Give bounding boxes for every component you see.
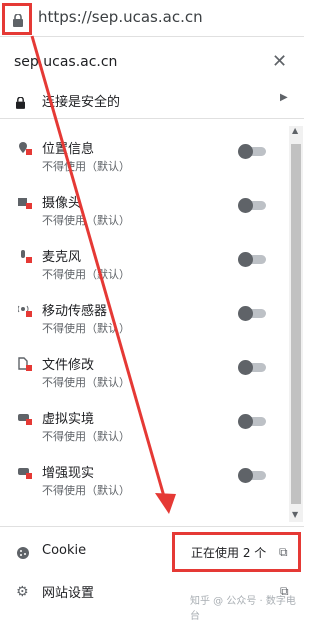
permission-name: 移动传感器 — [42, 304, 108, 319]
sensor-toggle[interactable] — [238, 306, 266, 321]
address-bar: https://sep.ucas.ac.cn — [0, 0, 304, 37]
url-text[interactable]: https://sep.ucas.ac.cn — [38, 8, 203, 26]
scrollbar[interactable]: ▲ ▼ — [289, 126, 303, 522]
file-edit-icon — [18, 356, 32, 371]
permission-status: 不得使用（默认） — [42, 430, 130, 443]
camera-toggle[interactable] — [238, 198, 266, 213]
open-external-icon: ⧉ — [279, 545, 288, 559]
lock-icon — [16, 94, 25, 113]
site-info-header: sep.ucas.ac.cn ✕ — [0, 44, 304, 80]
vr-toggle[interactable] — [238, 414, 266, 429]
permission-row-sensor: 移动传感器 不得使用（默认） — [0, 292, 288, 344]
permission-row-ar: 增强现实 不得使用（默认） — [0, 454, 288, 506]
scroll-up-icon[interactable]: ▲ — [292, 126, 298, 135]
permission-name: 虚拟实境 — [42, 412, 95, 427]
permission-name: 麦克风 — [42, 250, 82, 265]
location-icon — [18, 140, 32, 155]
permission-row-vr: 虚拟实境 不得使用（默认） — [0, 400, 288, 452]
scroll-down-icon[interactable]: ▼ — [292, 510, 298, 519]
cookie-icon — [16, 545, 30, 564]
cookie-label: Cookie — [42, 543, 87, 558]
site-title: sep.ucas.ac.cn — [14, 54, 118, 70]
sensor-icon — [17, 302, 32, 317]
cookie-count: 正在使用 2 个 — [191, 546, 267, 560]
vr-icon — [18, 410, 32, 425]
microphone-icon — [18, 248, 32, 263]
divider — [0, 118, 304, 119]
file-edit-toggle[interactable] — [238, 360, 266, 375]
permission-status: 不得使用（默认） — [42, 214, 130, 227]
divider — [0, 526, 304, 527]
permission-status: 不得使用（默认） — [42, 160, 130, 173]
lock-button[interactable] — [2, 3, 32, 35]
watermark: 知乎 @ 公众号 · 数字电台 — [190, 596, 296, 622]
chevron-right-icon: ▶ — [280, 92, 288, 103]
cookie-in-use-button[interactable]: 正在使用 2 个 ⧉ — [172, 532, 301, 572]
gear-icon: ⚙ — [16, 584, 29, 600]
connection-secure-label: 连接是安全的 — [42, 95, 121, 110]
permission-row-file-edit: 文件修改 不得使用（默认） — [0, 346, 288, 398]
permission-row-camera: 摄像头 不得使用（默认） — [0, 184, 288, 236]
lock-icon — [13, 12, 23, 31]
close-icon[interactable]: ✕ — [272, 51, 287, 72]
permission-row-microphone: 麦克风 不得使用（默认） — [0, 238, 288, 290]
ar-toggle[interactable] — [238, 468, 266, 483]
site-settings-label: 网站设置 — [42, 586, 95, 601]
permission-name: 增强现实 — [42, 466, 95, 481]
permission-status: 不得使用（默认） — [42, 268, 130, 281]
ar-icon — [18, 464, 32, 479]
permission-row-location: 位置信息 不得使用（默认） — [0, 130, 288, 182]
microphone-toggle[interactable] — [238, 252, 266, 267]
permission-status: 不得使用（默认） — [42, 376, 130, 389]
scrollbar-thumb[interactable] — [291, 144, 301, 504]
permission-status: 不得使用（默认） — [42, 484, 130, 497]
connection-secure-row[interactable]: 连接是安全的 ▶ — [0, 86, 304, 114]
permission-name: 摄像头 — [42, 196, 82, 211]
permission-name: 位置信息 — [42, 142, 95, 157]
location-toggle[interactable] — [238, 144, 266, 159]
camera-icon — [18, 194, 32, 209]
permission-name: 文件修改 — [42, 358, 95, 373]
permission-status: 不得使用（默认） — [42, 322, 130, 335]
